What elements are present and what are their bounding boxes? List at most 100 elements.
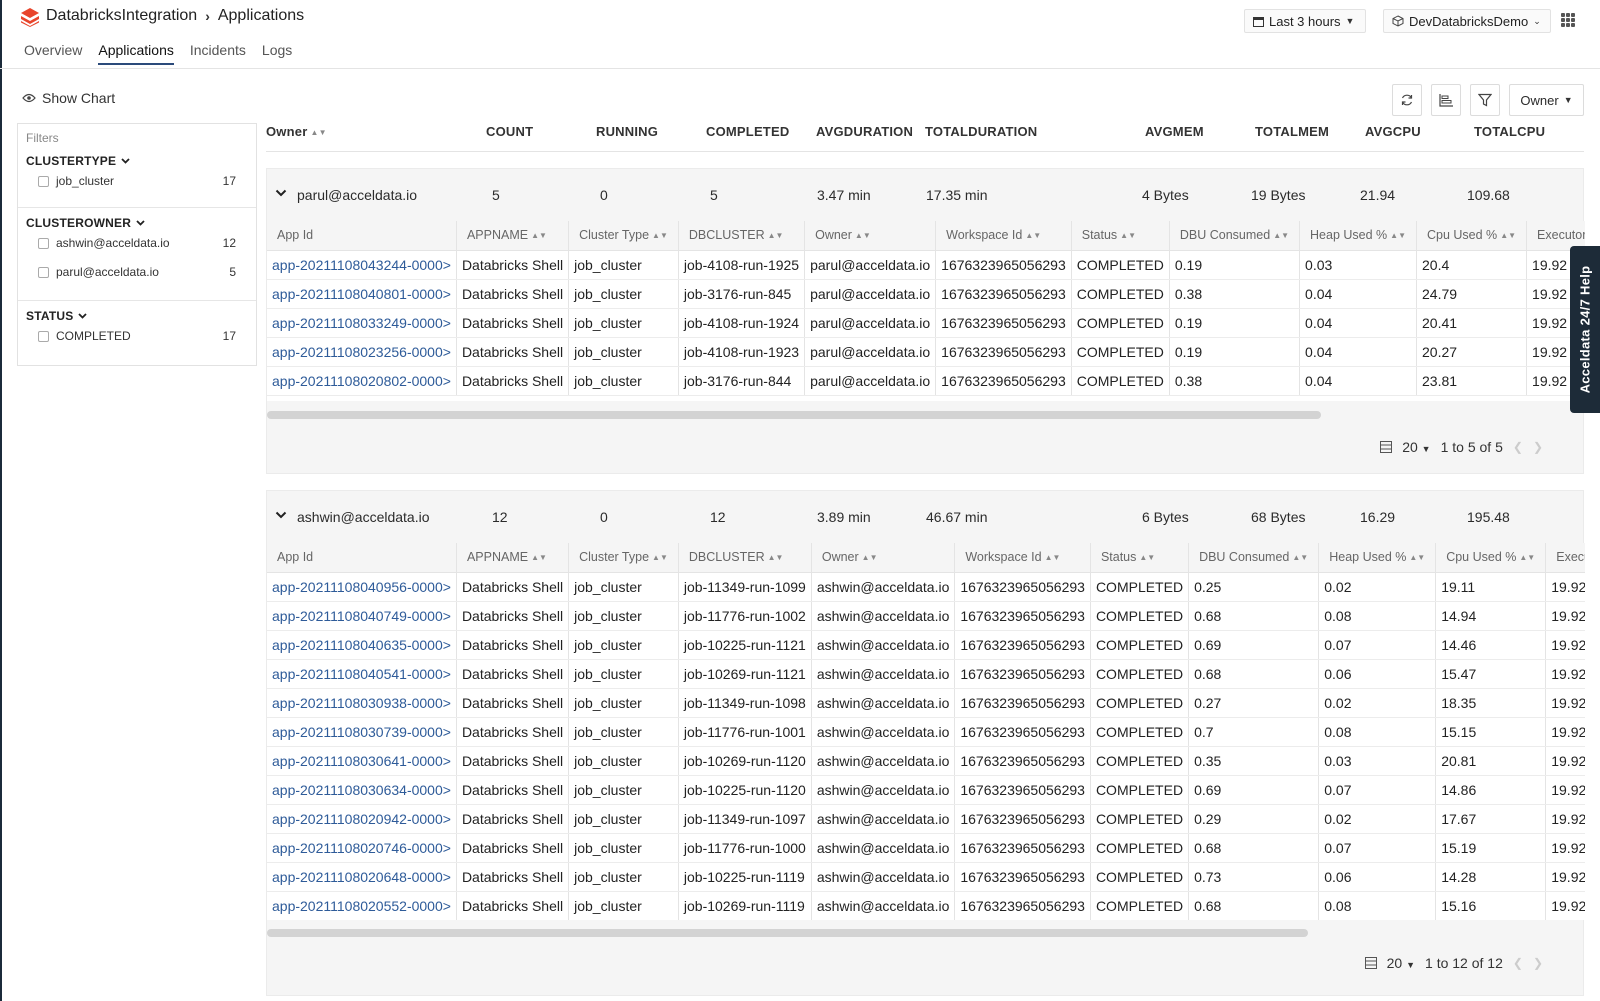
tab-logs[interactable]: Logs [262, 42, 292, 65]
app-id-link[interactable]: app-20211108040541-0000> [267, 659, 457, 689]
column-header-cluster-type[interactable]: Cluster Type ▲▼ [568, 221, 679, 251]
column-header-dbcluster[interactable]: DBCLUSTER ▲▼ [678, 221, 806, 251]
column-header-executor-mem[interactable]: Executor Mem▲▼ [1545, 543, 1585, 573]
filter-group-status[interactable]: STATUS [26, 309, 88, 323]
filter-option-job-cluster[interactable]: job_cluster 17 [38, 174, 236, 188]
column-header-dbu-consumed[interactable]: DBU Consumed ▲▼ [1188, 543, 1320, 573]
group-by-dropdown[interactable]: Owner ▼ [1509, 84, 1584, 116]
prev-page-icon[interactable]: ❮ [1513, 440, 1523, 454]
sort-icon[interactable]: ▲▼ [1519, 553, 1535, 562]
app-id-link[interactable]: app-20211108040635-0000> [267, 630, 457, 660]
column-header-owner[interactable]: Owner ▲▼ [804, 221, 937, 251]
app-id-link[interactable]: app-20211108023256-0000> [267, 337, 457, 367]
apps-grid-icon[interactable] [1561, 13, 1575, 27]
workspace-dropdown[interactable]: DevDatabricksDemo ⌄ [1383, 9, 1551, 33]
table-row[interactable]: app-20211108030641-0000> Databricks Shell… [267, 746, 1585, 776]
filter-group-clusterowner[interactable]: CLUSTEROWNER [26, 216, 145, 230]
column-header-cpu-used[interactable]: Cpu Used % ▲▼ [1416, 221, 1528, 251]
app-id-link[interactable]: app-20211108020802-0000> [267, 366, 457, 396]
table-row[interactable]: app-20211108040635-0000> Databricks Shell… [267, 630, 1585, 660]
sort-icon[interactable]: ▲▼ [531, 231, 547, 240]
sort-icon[interactable]: ▲▼ [652, 553, 668, 562]
sort-icon[interactable]: ▲▼ [531, 553, 547, 562]
table-row[interactable]: app-20211108030634-0000> Databricks Shell… [267, 775, 1585, 805]
help-tab[interactable]: Acceldata 24/7 Help [1570, 246, 1600, 413]
filter-option-ashwin[interactable]: ashwin@acceldata.io 12 [38, 236, 236, 250]
table-row[interactable]: app-20211108020746-0000> Databricks Shell… [267, 833, 1585, 863]
sort-icon[interactable]: ▲▼ [862, 553, 878, 562]
tab-incidents[interactable]: Incidents [190, 42, 246, 65]
filter-button[interactable] [1470, 84, 1500, 116]
table-row[interactable]: app-20211108030739-0000> Databricks Shell… [267, 717, 1585, 747]
chart-view-button[interactable] [1431, 84, 1461, 116]
checkbox[interactable] [38, 266, 49, 278]
table-row[interactable]: app-20211108043244-0000> Databricks Shell… [267, 250, 1585, 280]
table-row[interactable]: app-20211108040541-0000> Databricks Shell… [267, 659, 1585, 689]
show-chart-button[interactable]: Show Chart [22, 90, 115, 106]
table-row[interactable]: app-20211108020552-0000> Databricks Shell… [267, 891, 1585, 920]
sort-icon[interactable]: ▲▼ [1390, 231, 1406, 240]
column-header-status[interactable]: Status ▲▼ [1090, 543, 1190, 573]
sort-icon[interactable]: ▲▼ [652, 231, 668, 240]
column-header-status[interactable]: Status ▲▼ [1071, 221, 1170, 251]
scrollbar-thumb[interactable] [267, 411, 1322, 419]
column-header-heap-used[interactable]: Heap Used % ▲▼ [1318, 543, 1437, 573]
column-header-appname[interactable]: APPNAME ▲▼ [456, 543, 570, 573]
column-header-appname[interactable]: APPNAME ▲▼ [456, 221, 570, 251]
next-page-icon[interactable]: ❯ [1533, 440, 1543, 454]
summary-header-totalduration[interactable]: TOTALDURATION [925, 124, 1037, 139]
app-id-link[interactable]: app-20211108030739-0000> [267, 717, 457, 747]
summary-header-owner[interactable]: Owner ▲▼ [266, 124, 327, 139]
sort-icon[interactable]: ▲▼ [768, 231, 784, 240]
column-header-app-id[interactable]: App Id [267, 221, 457, 251]
sort-icon[interactable]: ▲▼ [1500, 231, 1516, 240]
page-size-select[interactable]: 20 ▼ [1402, 439, 1430, 455]
summary-header-totalmem[interactable]: TOTALMEM [1255, 124, 1329, 139]
sort-icon[interactable]: ▲▼ [1409, 553, 1425, 562]
refresh-button[interactable] [1392, 84, 1422, 116]
breadcrumb-app[interactable]: DatabricksIntegration [46, 7, 197, 25]
sort-icon[interactable]: ▲▼ [1273, 231, 1289, 240]
table-row[interactable]: app-20211108020648-0000> Databricks Shell… [267, 862, 1585, 892]
app-id-link[interactable]: app-20211108030938-0000> [267, 688, 457, 718]
sort-icon[interactable]: ▲▼ [855, 231, 871, 240]
column-header-dbcluster[interactable]: DBCLUSTER ▲▼ [678, 543, 812, 573]
app-id-link[interactable]: app-20211108040956-0000> [267, 572, 457, 602]
summary-header-avgmem[interactable]: AVGMEM [1145, 124, 1204, 139]
sort-icon[interactable]: ▲▼ [1139, 553, 1155, 562]
sort-icon[interactable]: ▲▼ [768, 553, 784, 562]
table-row[interactable]: app-20211108040956-0000> Databricks Shell… [267, 572, 1585, 602]
tab-overview[interactable]: Overview [24, 42, 82, 65]
table-row[interactable]: app-20211108040801-0000> Databricks Shell… [267, 279, 1585, 309]
table-row[interactable]: app-20211108040749-0000> Databricks Shell… [267, 601, 1585, 631]
column-header-workspace-id[interactable]: Workspace Id ▲▼ [954, 543, 1091, 573]
app-id-link[interactable]: app-20211108040801-0000> [267, 279, 457, 309]
checkbox[interactable] [38, 175, 49, 187]
app-id-link[interactable]: app-20211108043244-0000> [267, 250, 457, 280]
column-header-cpu-used[interactable]: Cpu Used % ▲▼ [1435, 543, 1547, 573]
table-row[interactable]: app-20211108020942-0000> Databricks Shell… [267, 804, 1585, 834]
time-range-dropdown[interactable]: Last 3 hours ▼ [1244, 9, 1366, 33]
table-row[interactable]: app-20211108033249-0000> Databricks Shell… [267, 308, 1585, 338]
chevron-down-icon[interactable] [275, 189, 287, 197]
filter-group-clustertype[interactable]: CLUSTERTYPE [26, 154, 130, 168]
summary-header-totalcpu[interactable]: TOTALCPU [1474, 124, 1545, 139]
table-row[interactable]: app-20211108020802-0000> Databricks Shell… [267, 366, 1585, 396]
sort-icon[interactable]: ▲▼ [1045, 553, 1061, 562]
column-header-owner[interactable]: Owner ▲▼ [811, 543, 956, 573]
horizontal-scrollbar[interactable] [267, 411, 1585, 419]
summary-header-avgduration[interactable]: AVGDURATION [816, 124, 913, 139]
sort-icon[interactable]: ▲▼ [1292, 553, 1308, 562]
column-header-cluster-type[interactable]: Cluster Type ▲▼ [568, 543, 679, 573]
table-row[interactable]: app-20211108023256-0000> Databricks Shell… [267, 337, 1585, 367]
app-id-link[interactable]: app-20211108020648-0000> [267, 862, 457, 892]
app-id-link[interactable]: app-20211108020942-0000> [267, 804, 457, 834]
group-summary-row[interactable]: parul@acceldata.io 5 0 5 3.47 min 17.35 … [267, 169, 1583, 221]
group-summary-row[interactable]: ashwin@acceldata.io 12 0 12 3.89 min 46.… [267, 491, 1583, 543]
horizontal-scrollbar[interactable] [267, 929, 1585, 937]
next-page-icon[interactable]: ❯ [1533, 956, 1543, 970]
scrollbar-thumb[interactable] [267, 929, 1309, 937]
column-header-app-id[interactable]: App Id [267, 543, 457, 573]
column-header-heap-used[interactable]: Heap Used % ▲▼ [1299, 221, 1417, 251]
filter-option-parul[interactable]: parul@acceldata.io 5 [38, 265, 236, 279]
